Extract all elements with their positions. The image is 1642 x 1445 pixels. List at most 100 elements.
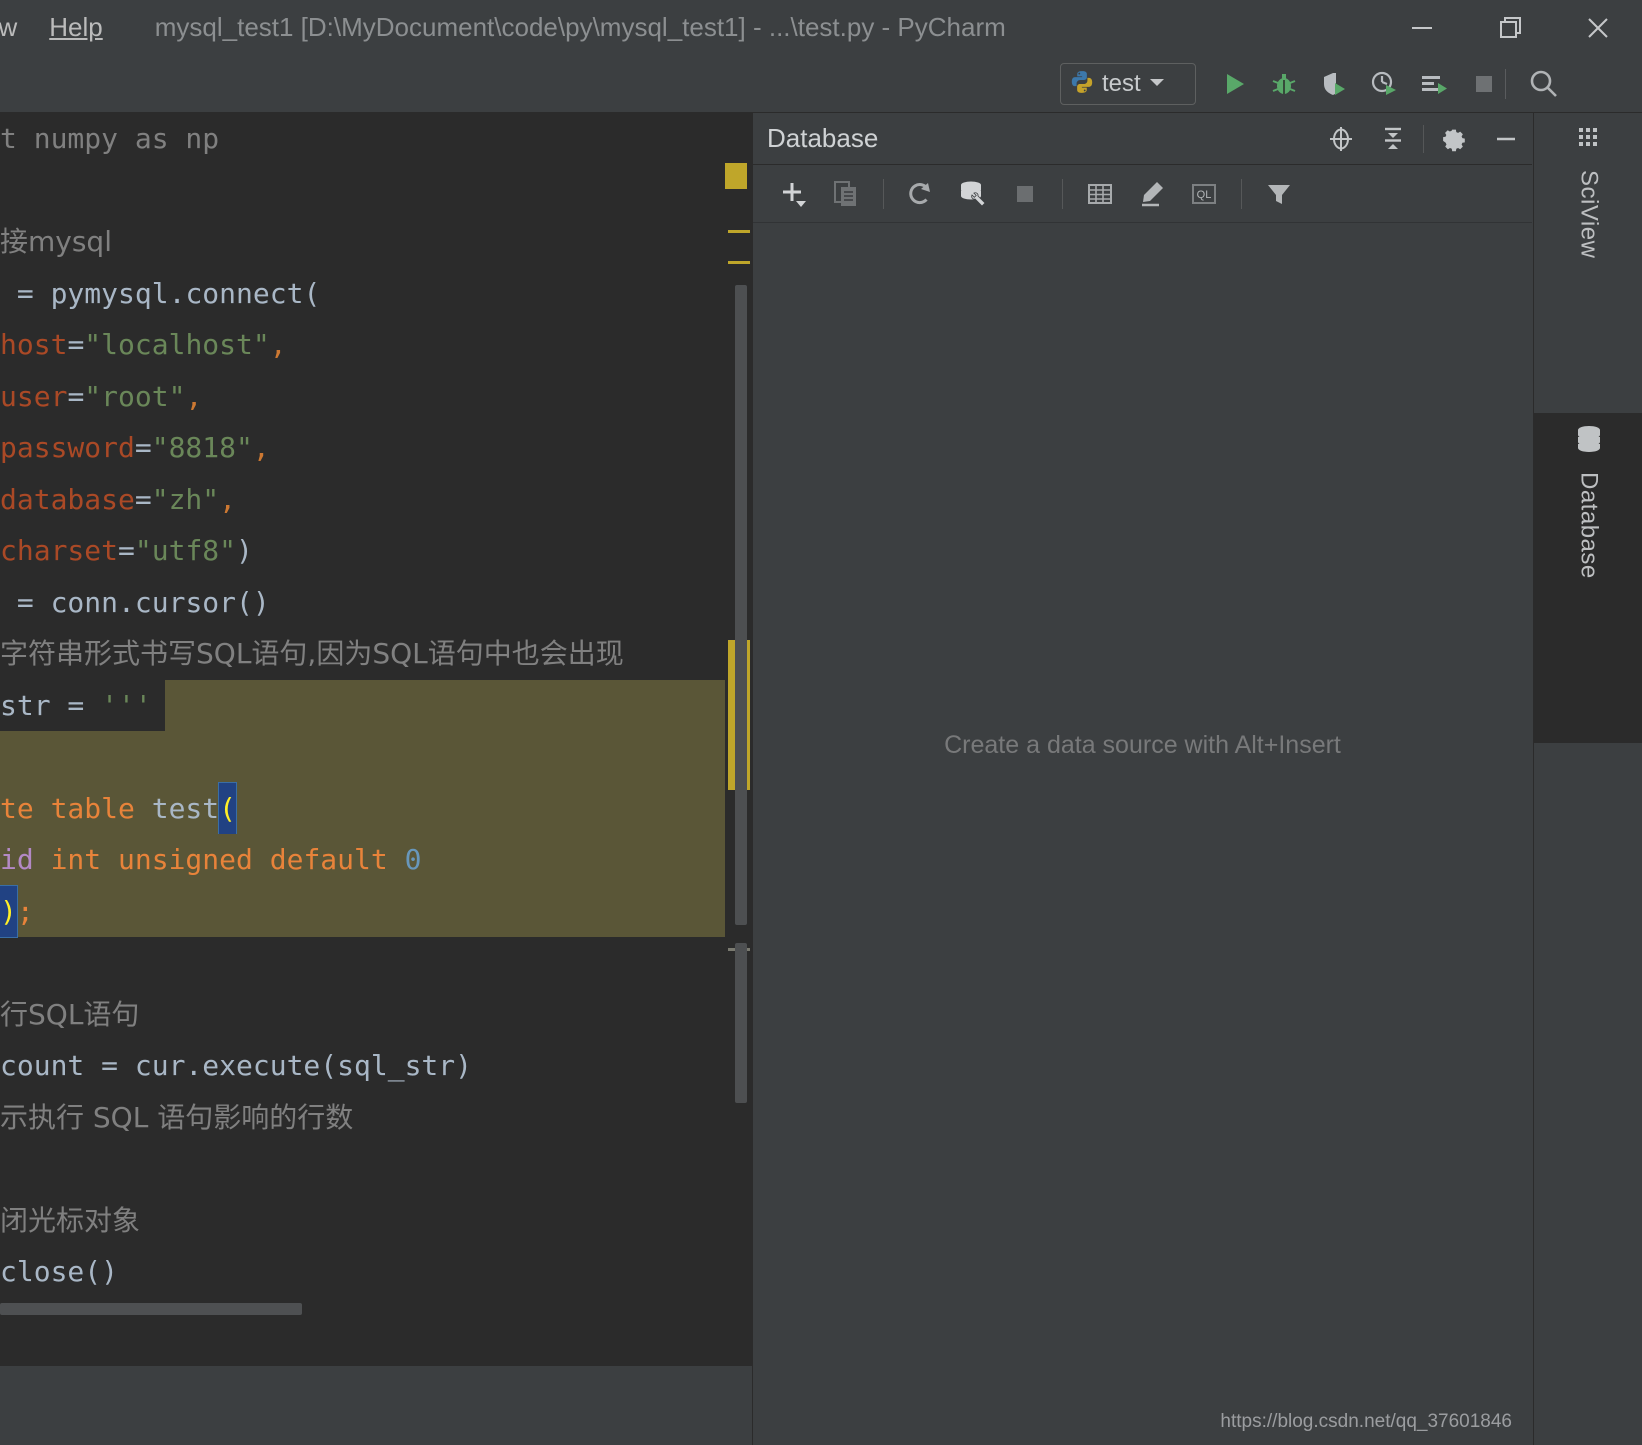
code-token: "8818"	[151, 431, 253, 464]
code-token: ,	[252, 431, 270, 464]
code-line[interactable]: = conn.cursor()	[0, 577, 752, 629]
code-token: 闭光标对象	[0, 1203, 141, 1237]
code-line[interactable]: t numpy as np	[0, 113, 752, 165]
code-token: te table	[0, 791, 152, 825]
title-bar: ow Help mysql_test1 [D:\MyDocument\code\…	[0, 0, 1642, 55]
database-panel-title: Database	[767, 123, 879, 153]
code-line[interactable]: host="localhost",	[0, 319, 752, 371]
code-token: id	[0, 843, 34, 876]
run-concurrency-button[interactable]	[1412, 63, 1456, 105]
gear-icon[interactable]	[1428, 113, 1480, 165]
code-line[interactable]: );	[0, 884, 752, 938]
stripe-tab-sciview-label: SciView	[1575, 170, 1603, 259]
warning-marker[interactable]	[725, 163, 747, 189]
python-icon	[1069, 69, 1095, 100]
code-token: )	[0, 884, 18, 938]
restore-icon[interactable]	[1466, 0, 1554, 55]
stop-button[interactable]	[1462, 63, 1506, 105]
code-line[interactable]: = pymysql.connect(	[0, 268, 752, 320]
code-token: str =	[0, 688, 102, 722]
run-toolbar: test	[0, 55, 1642, 113]
database-tool-window: Database QL Create a data source with Al…	[752, 113, 1532, 1445]
code-token: conn.cursor()	[50, 585, 270, 619]
run-button[interactable]	[1212, 63, 1256, 105]
code-token: =	[0, 276, 51, 310]
chevron-down-icon[interactable]	[1148, 75, 1166, 94]
code-line[interactable]	[0, 731, 752, 783]
code-line[interactable]: close()	[0, 1246, 752, 1298]
horizontal-scrollbar-thumb[interactable]	[0, 1303, 302, 1315]
code-token: test	[151, 791, 220, 825]
window-title: mysql_test1 [D:\MyDocument\code\py\mysql…	[154, 12, 1006, 42]
code-token: =	[0, 585, 51, 619]
code-line[interactable]: database="zh",	[0, 474, 752, 526]
profile-button[interactable]	[1362, 63, 1406, 105]
code-line[interactable]: 接mysql	[0, 216, 752, 268]
debug-button[interactable]	[1262, 63, 1306, 105]
code-token: 接mysql	[0, 225, 112, 258]
stripe-tab-sciview[interactable]: SciView	[1534, 113, 1642, 413]
vertical-scrollbar-thumb-2[interactable]	[735, 943, 747, 1103]
code-token: =	[67, 328, 85, 361]
database-empty-message: Create a data source with Alt+Insert	[944, 730, 1341, 759]
menu-window[interactable]: ow	[0, 12, 33, 43]
collapse-all-icon[interactable]	[1367, 113, 1419, 165]
code-token: ,	[269, 328, 287, 361]
code-line[interactable]	[0, 937, 752, 989]
code-line[interactable]	[0, 1143, 752, 1195]
toolbar-divider	[1505, 69, 1506, 99]
code-token: "localhost"	[84, 328, 270, 361]
code-token: =	[67, 379, 85, 413]
code-token: ,	[219, 482, 237, 516]
stripe-tab-database[interactable]: Database	[1534, 413, 1642, 743]
code-line[interactable]: 行SQL语句	[0, 989, 752, 1041]
vertical-scrollbar-thumb[interactable]	[735, 285, 747, 925]
code-token: host	[0, 328, 68, 361]
stripe-tab-database-label: Database	[1575, 472, 1603, 579]
code-token: password	[0, 431, 135, 464]
code-token: =	[134, 431, 152, 464]
code-token: 0	[404, 843, 422, 876]
code-token: "root"	[84, 379, 186, 413]
run-configuration-selector[interactable]: test	[1060, 63, 1196, 105]
menu-help[interactable]: Help	[33, 12, 118, 43]
menu-help-label: Help	[49, 12, 103, 42]
code-token: '''	[101, 688, 152, 722]
warning-marker[interactable]	[728, 261, 750, 264]
code-lines[interactable]: t numpy as np 接mysql = pymysql.connect(ho…	[0, 113, 752, 1298]
code-token: 行SQL语句	[0, 997, 140, 1031]
code-line[interactable]: charset="utf8")	[0, 525, 752, 577]
target-icon[interactable]	[1315, 113, 1367, 165]
code-line[interactable]: id int unsigned default 0	[0, 834, 752, 886]
database-panel-header: Database	[753, 113, 1532, 165]
search-everywhere-button[interactable]	[1522, 63, 1566, 105]
code-line[interactable]: te table test(	[0, 781, 752, 835]
code-line[interactable]: password="8818",	[0, 422, 752, 474]
code-line[interactable]	[0, 165, 752, 217]
minimize-icon[interactable]	[1480, 113, 1532, 165]
code-token: t numpy as np	[0, 122, 220, 155]
code-line[interactable]: 示执行 SQL 语句影响的行数	[0, 1092, 752, 1144]
run-configuration-label: test	[1102, 70, 1141, 97]
editor-marker-strip[interactable]	[725, 113, 752, 1366]
menu-window-label: ow	[0, 12, 18, 42]
warning-marker[interactable]	[728, 230, 750, 233]
code-line[interactable]: 字符串形式书写SQL语句,因为SQL语句中也会出现	[0, 628, 752, 680]
code-token: charset	[0, 534, 119, 567]
code-token: int unsigned default	[33, 843, 405, 876]
code-line[interactable]: str = '''	[0, 679, 752, 731]
code-token: database	[0, 482, 135, 516]
minimize-icon[interactable]	[1378, 0, 1466, 55]
code-token: count =	[0, 1049, 135, 1082]
run-with-coverage-button[interactable]	[1312, 63, 1356, 105]
code-line[interactable]: user="root",	[0, 371, 752, 423]
close-icon[interactable]	[1554, 0, 1642, 55]
code-token: 字符串形式书写SQL语句,因为SQL语句中也会出现	[0, 637, 624, 670]
code-token: )	[236, 534, 253, 567]
code-line[interactable]: count = cur.execute(sql_str)	[0, 1040, 752, 1092]
database-empty-state: Create a data source with Alt+Insert	[753, 165, 1532, 1445]
code-line[interactable]: 闭光标对象	[0, 1195, 752, 1247]
code-editor[interactable]: t numpy as np 接mysql = pymysql.connect(ho…	[0, 113, 752, 1366]
header-divider	[1423, 125, 1424, 153]
pycharm-window: ow Help mysql_test1 [D:\MyDocument\code\…	[0, 0, 1642, 1445]
